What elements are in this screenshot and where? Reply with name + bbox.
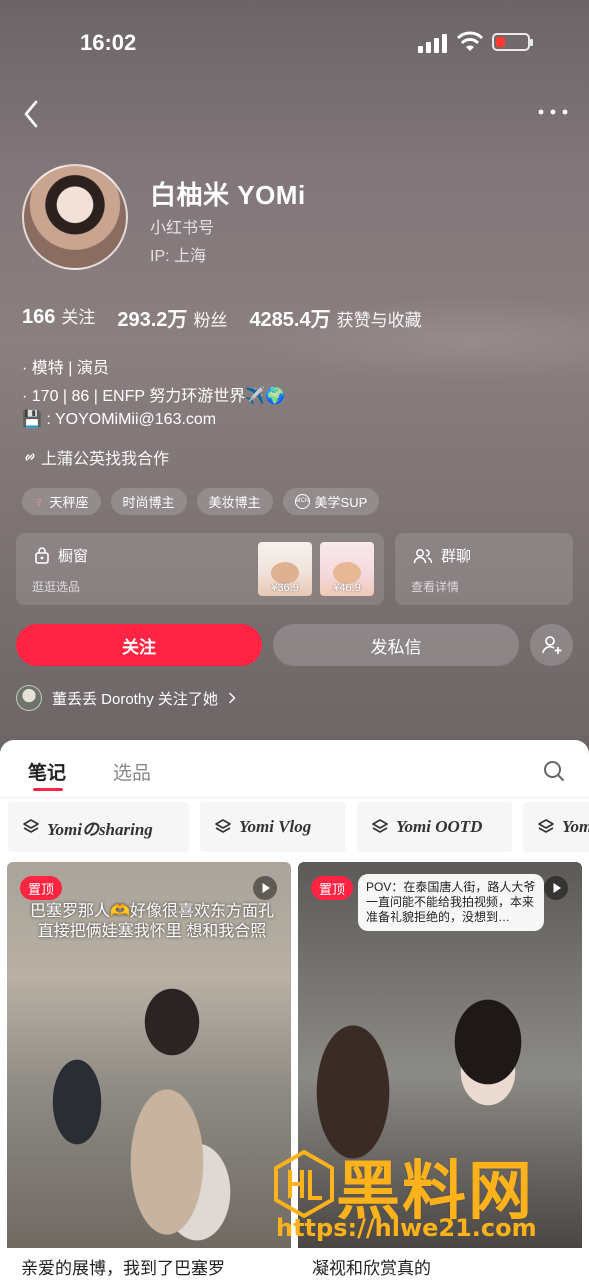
chip-collection[interactable]: Yomi OOTD	[357, 802, 512, 852]
watermark-logo	[274, 1149, 334, 1219]
product-price: ¥36.9	[271, 582, 299, 594]
female-icon: ♀	[34, 493, 45, 510]
shop-subtitle: 逛逛选品	[32, 580, 81, 594]
note-title: 凝视和欣赏真的	[312, 1259, 431, 1278]
tab-picks[interactable]: 选品	[113, 758, 151, 785]
profile-ip: IP: 上海	[150, 248, 207, 265]
chip-collection[interactable]: Yomiのsharing	[8, 802, 189, 852]
stat-label: 粉丝	[193, 311, 228, 330]
layers-icon	[372, 819, 388, 833]
video-play-icon	[253, 876, 277, 900]
tab-notes[interactable]: 笔记	[28, 758, 66, 785]
note-card[interactable]: 置顶 巴塞罗那人🫶好像很喜欢东方面孔 直接把俩娃塞我怀里 想和我合照 亲爱的展博…	[7, 862, 291, 1280]
group-icon	[413, 548, 433, 563]
message-button[interactable]: 发私信	[273, 624, 519, 666]
stat-number: 4285.4万	[249, 309, 331, 331]
tag-label: 美学SUP	[314, 495, 368, 510]
stat-following[interactable]: 166 关注	[22, 303, 95, 333]
layers-icon	[23, 819, 39, 833]
group-title: 群聊	[441, 548, 472, 565]
stat-label: 关注	[61, 308, 96, 327]
profile-tags: ♀ 天秤座 时尚博主 美妆博主 MCN 美学SUP	[22, 488, 380, 515]
stat-number: 166	[22, 306, 56, 328]
link-icon	[25, 453, 35, 461]
chip-label: Yomi	[562, 817, 589, 836]
search-icon[interactable]	[542, 759, 566, 783]
shop-product-thumb[interactable]: ¥36.9	[258, 542, 312, 596]
pinned-badge: 置顶	[20, 876, 63, 900]
mcn-icon: MCN	[294, 494, 310, 509]
profile-id[interactable]: 小红书号	[150, 214, 214, 238]
note-overlay-caption: 巴塞罗那人🫶好像很喜欢东方面孔 直接把俩娃塞我怀里 想和我合照	[30, 903, 274, 940]
bio-line: · 模特 | 演员	[22, 360, 109, 377]
tag-fashion[interactable]: 时尚博主	[110, 488, 187, 515]
group-subtitle: 查看详情	[411, 580, 460, 594]
product-price: ¥46.9	[333, 582, 361, 594]
tag-beauty[interactable]: 美妆博主	[196, 488, 273, 515]
signal-icon	[418, 33, 448, 53]
mutual-text: 董丢丢 Dorothy 关注了她	[52, 690, 218, 708]
add-user-icon	[541, 636, 561, 654]
profile-stats: 166 关注 293.2万 粉丝 4285.4万 获赞与收藏	[22, 303, 444, 333]
battery-icon	[492, 33, 533, 51]
more-icon[interactable]	[536, 102, 570, 122]
add-friend-button[interactable]	[530, 624, 573, 666]
shop-title: 橱窗	[58, 548, 89, 565]
note-overlay-caption: POV：在泰国唐人街，路人大爷一直问能不能给我拍视频，本来准备礼貌拒绝的，没想到…	[358, 874, 544, 931]
bag-icon	[35, 546, 49, 564]
wifi-icon	[456, 31, 484, 51]
status-time: 16:02	[80, 30, 137, 55]
cooperation-link[interactable]: 上蒲公英找我合作	[22, 445, 169, 469]
back-icon[interactable]	[18, 98, 46, 130]
group-chat-card[interactable]: 群聊 查看详情	[395, 533, 573, 605]
tab-indicator	[33, 788, 63, 791]
chip-label: Yomi Vlog	[239, 817, 312, 836]
status-bar: 16:02	[0, 0, 589, 88]
shop-product-thumb[interactable]: ¥46.9	[320, 542, 374, 596]
link-label: 上蒲公英找我合作	[41, 451, 170, 468]
watermark-url: https://hlwe21.com	[276, 1214, 537, 1242]
stat-likes[interactable]: 4285.4万 获赞与收藏	[249, 303, 421, 333]
shop-window-card[interactable]: 橱窗 逛逛选品 ¥36.9 ¥46.9	[16, 533, 384, 605]
video-play-icon	[544, 876, 568, 900]
stat-number: 293.2万	[117, 309, 188, 331]
stat-label: 获赞与收藏	[336, 311, 422, 330]
tag-label: 美妆博主	[208, 495, 261, 510]
chip-collection[interactable]: Yomi	[523, 802, 589, 852]
stat-followers[interactable]: 293.2万 粉丝	[117, 303, 227, 333]
profile-name: 白柚米 YOMi	[150, 180, 306, 210]
bio-email: 💾 : YOYOMiMii@163.com	[22, 411, 217, 428]
tag-label: 天秤座	[49, 495, 89, 510]
collection-chips: Yomiのsharing Yomi Vlog Yomi OOTD Yomi	[8, 802, 589, 852]
layers-icon	[538, 819, 554, 833]
layers-icon	[215, 819, 231, 833]
bio-line: · 170 | 86 | ENFP 努力环游世界✈️🌍	[22, 388, 286, 405]
divider	[0, 797, 589, 798]
pinned-badge: 置顶	[311, 876, 354, 900]
tag-zodiac[interactable]: ♀ 天秤座	[22, 488, 101, 515]
chip-label: Yomi OOTD	[396, 817, 483, 836]
mutual-follow[interactable]: 董丢丢 Dorothy 关注了她	[16, 685, 236, 711]
avatar[interactable]	[22, 164, 128, 270]
mutual-avatar	[16, 685, 42, 711]
follow-button[interactable]: 关注	[16, 624, 262, 666]
chevron-right-icon	[228, 692, 236, 704]
chip-collection[interactable]: Yomi Vlog	[200, 802, 346, 852]
note-title: 亲爱的展博，我到了巴塞罗	[21, 1259, 225, 1278]
tag-label: 时尚博主	[122, 495, 175, 510]
chip-label: Yomiのsharing	[47, 819, 153, 839]
tag-mcn[interactable]: MCN 美学SUP	[282, 488, 380, 515]
